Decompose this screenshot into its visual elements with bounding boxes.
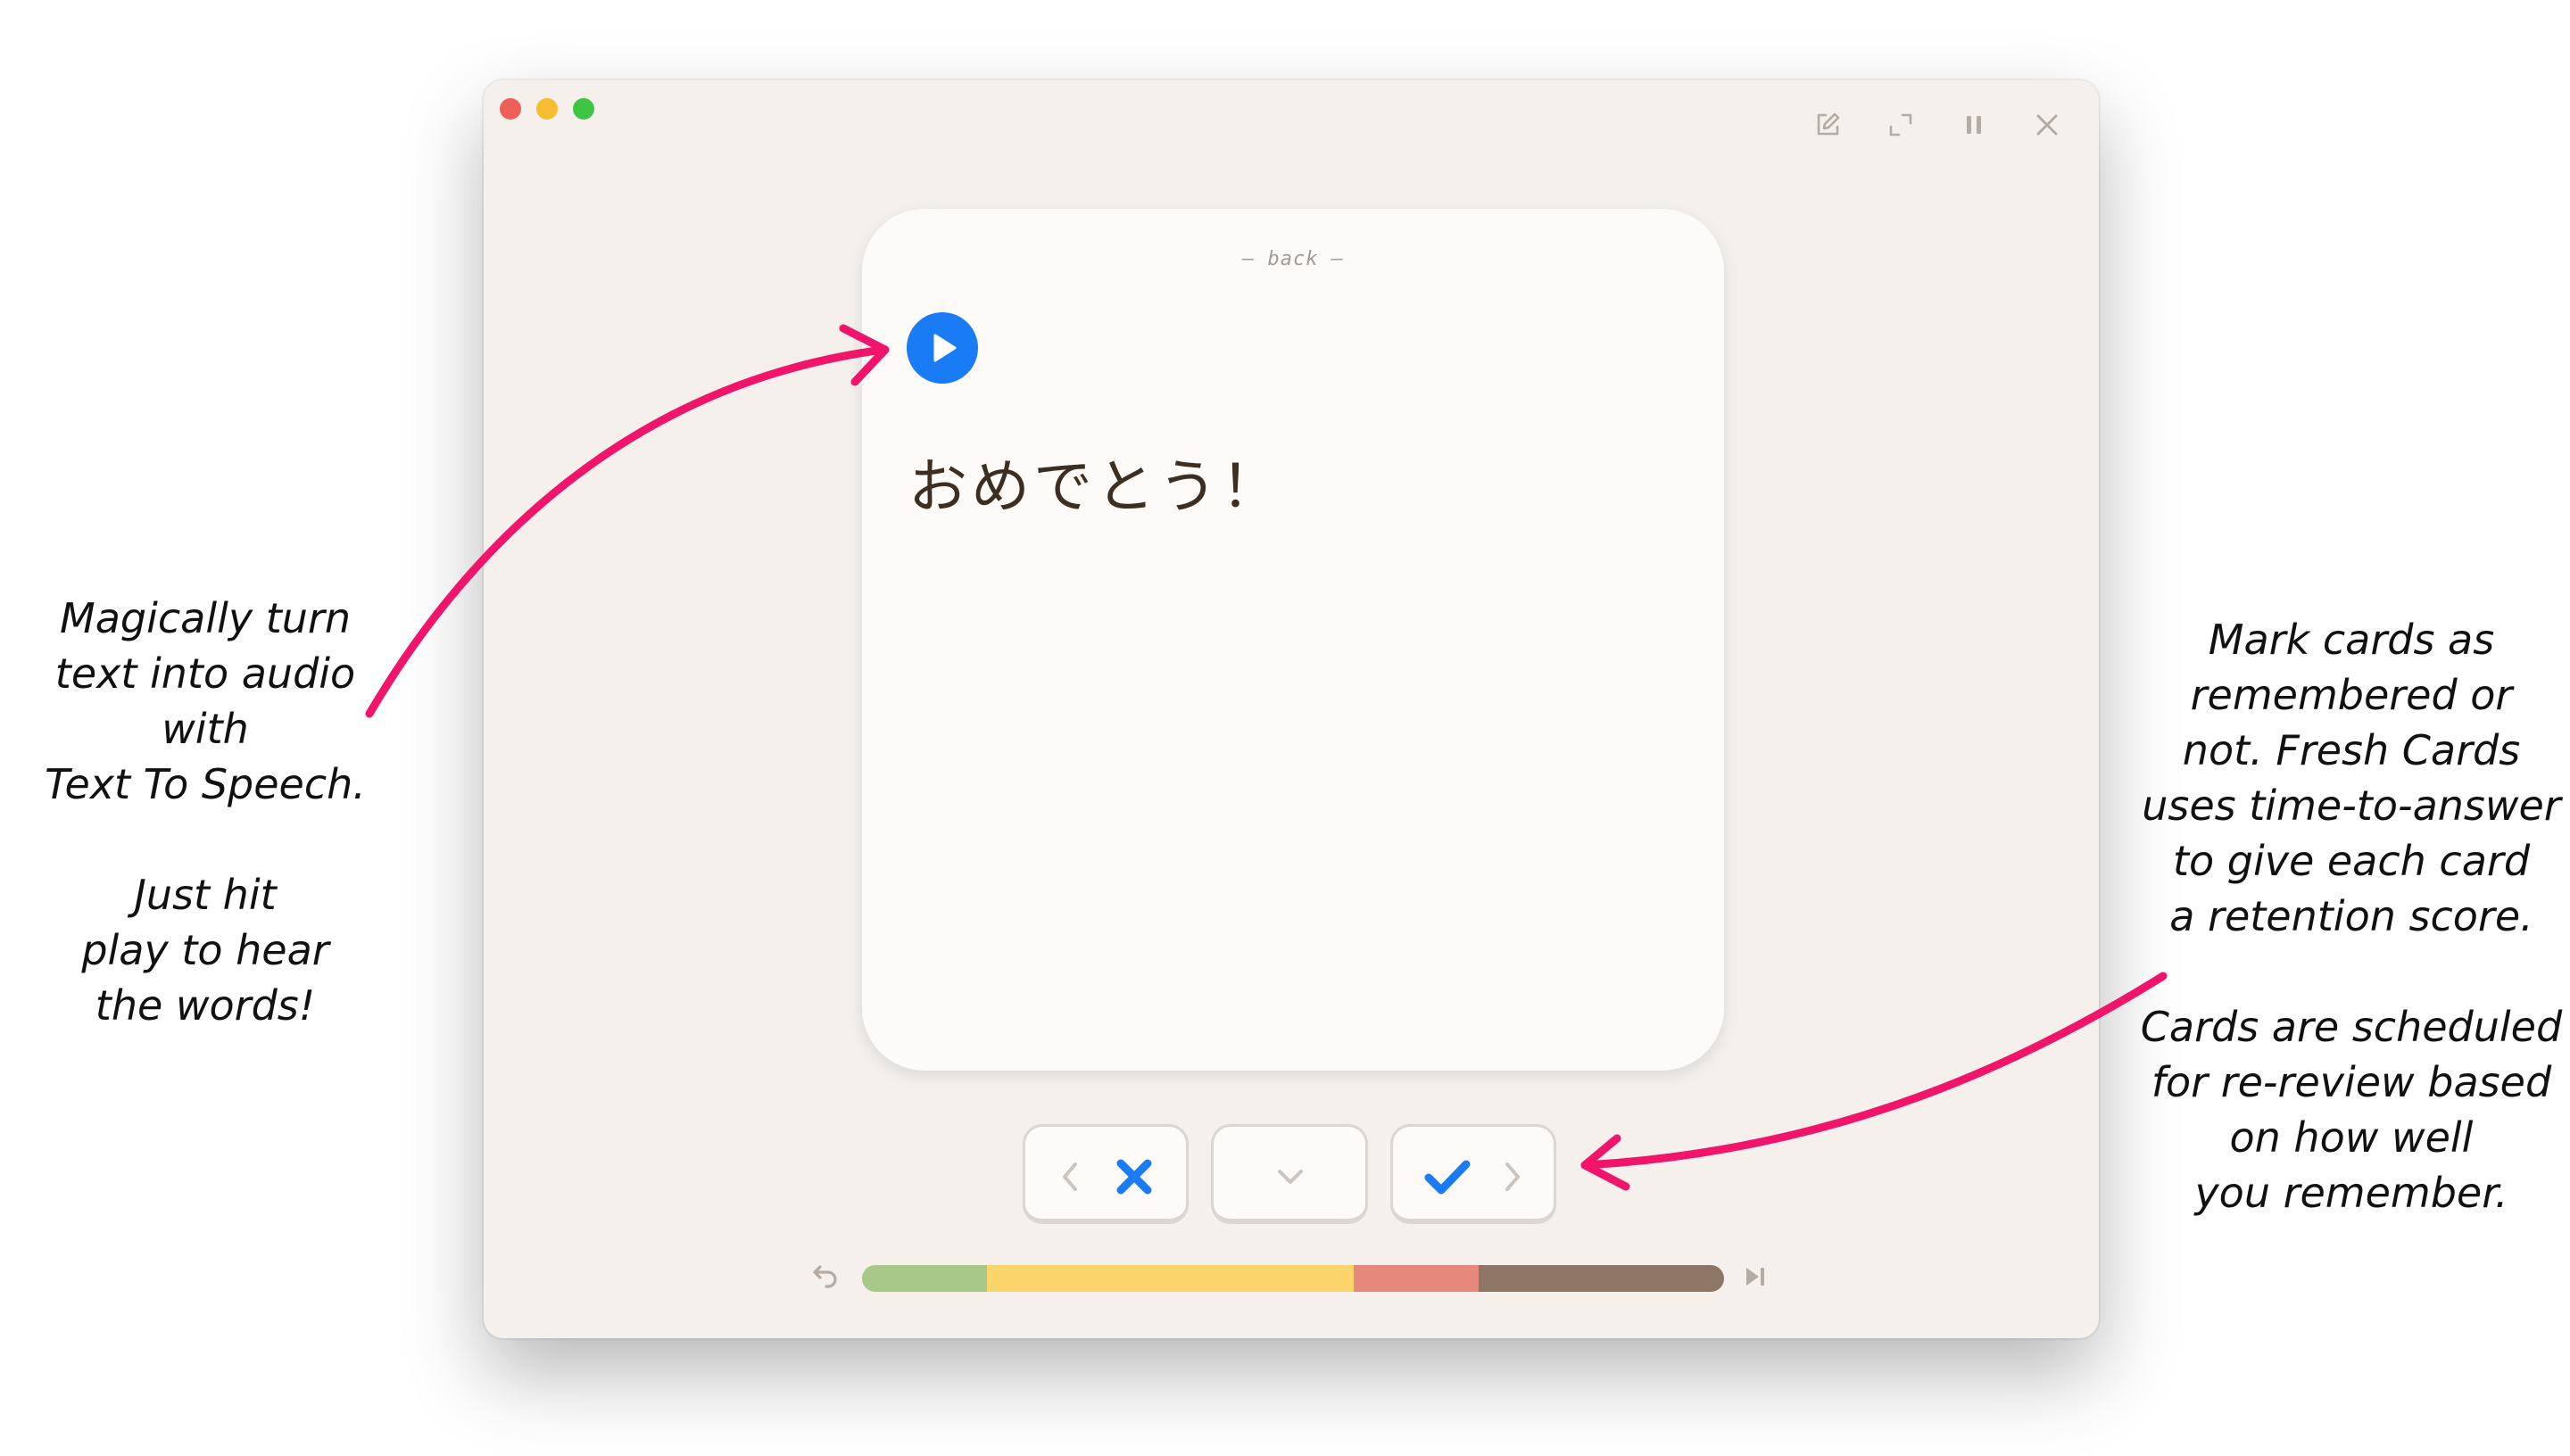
zoom-window-button[interactable] xyxy=(573,98,594,120)
chevron-down-icon xyxy=(1278,1170,1303,1184)
close-icon[interactable] xyxy=(2033,111,2061,139)
undo-icon[interactable] xyxy=(807,1260,842,1295)
play-icon xyxy=(933,334,957,362)
expand-icon[interactable] xyxy=(1886,111,1915,139)
remembered-button[interactable] xyxy=(1390,1124,1556,1224)
chevron-right-icon xyxy=(1505,1162,1520,1191)
answer-buttons xyxy=(484,1124,2099,1228)
card-side-label: — back — xyxy=(1242,248,1344,270)
annotation-retention: Mark cards as remembered or not. Fresh C… xyxy=(2140,616,2563,1217)
window-toolbar xyxy=(1813,111,2061,139)
pause-icon[interactable] xyxy=(1960,111,1988,139)
reveal-button[interactable] xyxy=(1211,1124,1368,1224)
checkmark-icon xyxy=(1424,1160,1471,1195)
progress-segment-learning xyxy=(987,1265,1354,1292)
play-audio-button[interactable] xyxy=(907,312,978,384)
minimize-window-button[interactable] xyxy=(536,98,558,120)
chevron-left-icon xyxy=(1063,1162,1077,1191)
window-controls xyxy=(500,98,594,120)
x-mark-icon xyxy=(1116,1159,1152,1195)
edit-icon[interactable] xyxy=(1813,111,1842,139)
progress-segment-mastered xyxy=(862,1265,988,1292)
forgot-button[interactable] xyxy=(1023,1124,1189,1224)
progress-segment-unseen xyxy=(1478,1265,1724,1292)
progress-segment-difficult xyxy=(1353,1265,1479,1292)
screenshot-stage: — back — おめでとう！ Magically turn text into… xyxy=(0,0,2570,1456)
session-progress-bar xyxy=(862,1265,1724,1292)
close-window-button[interactable] xyxy=(500,98,521,120)
card-text: おめでとう！ xyxy=(908,452,1283,521)
app-window: — back — おめでとう！ xyxy=(484,80,2099,1338)
flashcard[interactable]: — back — おめでとう！ xyxy=(862,209,1724,1071)
annotation-text-to-speech: Magically turn text into audio with Text… xyxy=(45,594,366,1030)
skip-to-end-icon[interactable] xyxy=(1740,1262,1770,1292)
